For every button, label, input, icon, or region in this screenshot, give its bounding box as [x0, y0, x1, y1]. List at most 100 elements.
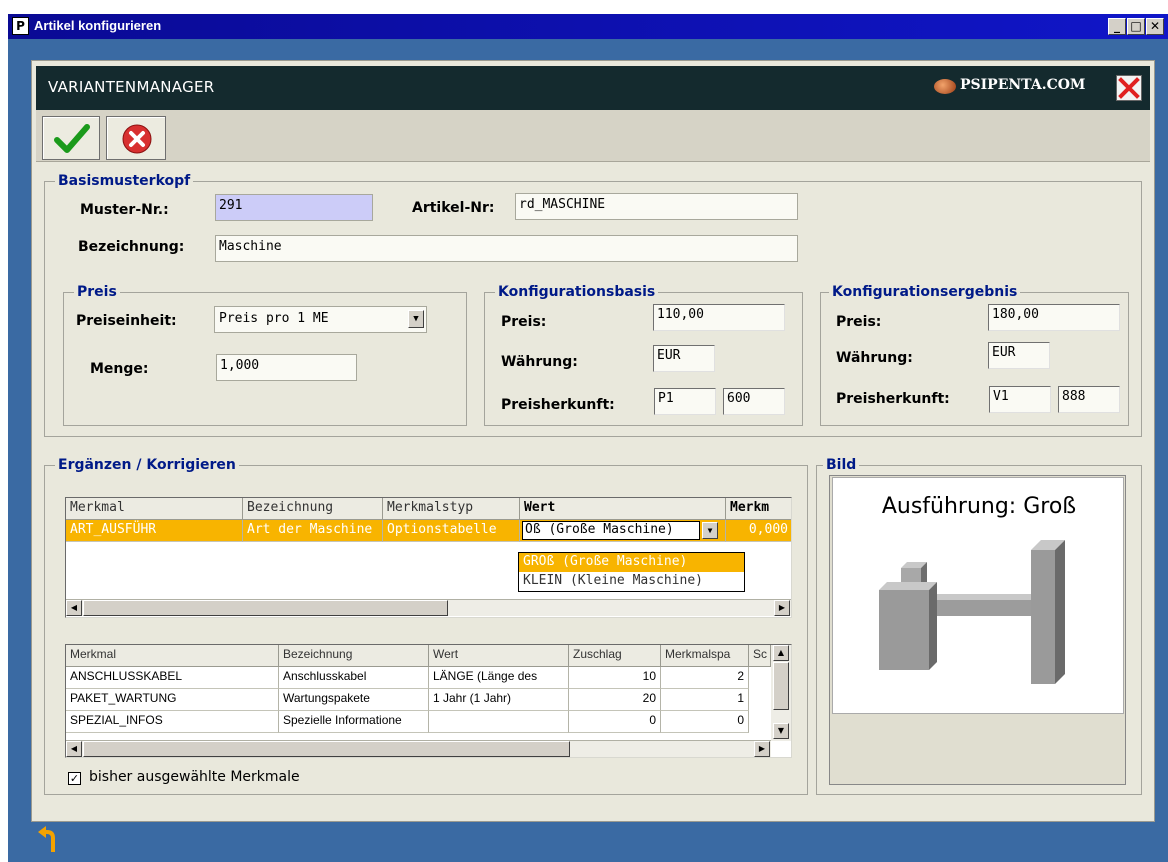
- chevron-down-icon[interactable]: ▼: [408, 310, 424, 328]
- wert-cell[interactable]: Oß (Große Maschine) ▼: [520, 520, 726, 542]
- group-title: Konfigurationsergebnis: [829, 284, 1021, 300]
- kb-herkunft-field-1[interactable]: P1: [654, 388, 716, 415]
- checkbox[interactable]: ✓: [68, 772, 81, 785]
- ke-herkunft-label: Preisherkunft:: [836, 391, 950, 407]
- table-row-cell[interactable]: Anschlusskabel: [279, 667, 429, 689]
- table-row-cell[interactable]: 2: [661, 667, 749, 689]
- product-image: Ausführung: Groß: [832, 477, 1124, 714]
- header-bar: VARIANTENMANAGER PSIPENTA.COM: [36, 66, 1150, 110]
- scroll-right-icon[interactable]: ▶: [754, 741, 770, 757]
- scroll-left-icon[interactable]: ◀: [66, 741, 82, 757]
- column-header[interactable]: Sc: [749, 645, 771, 667]
- minimize-button[interactable]: _: [1108, 18, 1126, 35]
- chevron-down-icon[interactable]: ▼: [702, 522, 718, 539]
- scroll-thumb[interactable]: [83, 741, 570, 757]
- wert-select[interactable]: Oß (Große Maschine): [522, 521, 700, 540]
- kb-preis-field[interactable]: 110,00: [653, 304, 785, 331]
- table-row-cell[interactable]: 0: [661, 711, 749, 733]
- kb-waehrung-label: Währung:: [501, 354, 578, 370]
- column-header[interactable]: Merkmalstyp: [383, 498, 520, 520]
- vertical-scrollbar[interactable]: ▲ ▼: [771, 645, 791, 741]
- column-header[interactable]: Merkmal: [66, 645, 279, 667]
- preiseinheit-value: Preis pro 1 ME: [219, 311, 329, 326]
- scroll-left-icon[interactable]: ◀: [66, 600, 82, 616]
- table-row-cell[interactable]: Optionstabelle: [383, 520, 520, 542]
- preiseinheit-select[interactable]: Preis pro 1 ME ▼: [214, 306, 427, 333]
- table-row-cell[interactable]: [429, 711, 569, 733]
- dropdown-option[interactable]: GROß (Große Maschine): [519, 553, 744, 572]
- ke-preis-label: Preis:: [836, 314, 882, 330]
- table-row-cell[interactable]: Spezielle Informatione: [279, 711, 429, 733]
- ke-preis-field[interactable]: 180,00: [988, 304, 1120, 331]
- horizontal-scrollbar[interactable]: ◀ ▶: [66, 599, 791, 616]
- kb-preis-label: Preis:: [501, 314, 547, 330]
- table-row-cell[interactable]: ANSCHLUSSKABEL: [66, 667, 279, 689]
- cancel-icon: [122, 124, 152, 154]
- column-header[interactable]: Zuschlag: [569, 645, 661, 667]
- toolbar: [36, 110, 1150, 162]
- wert-dropdown-list[interactable]: GROß (Große Maschine) KLEIN (Kleine Masc…: [518, 552, 745, 592]
- table-row-cell[interactable]: LÄNGE (Länge des: [429, 667, 569, 689]
- group-title: Ergänzen / Korrigieren: [55, 457, 239, 473]
- brand-text: PSIPENTA.COM: [960, 77, 1086, 93]
- group-title: Bild: [823, 457, 860, 473]
- window-title-bar[interactable]: P Artikel konfigurieren _ □ ✕: [8, 14, 1168, 39]
- column-header[interactable]: Merkmalspa: [661, 645, 749, 667]
- cancel-button[interactable]: [106, 116, 166, 160]
- table-row-cell[interactable]: 10: [569, 667, 661, 689]
- artikel-field[interactable]: rd_MASCHINE: [515, 193, 798, 220]
- scroll-thumb[interactable]: [773, 662, 789, 710]
- table-row-cell[interactable]: Wartungspakete: [279, 689, 429, 711]
- scroll-up-icon[interactable]: ▲: [773, 645, 789, 661]
- bezeichnung-field[interactable]: Maschine: [215, 235, 798, 262]
- table-row-cell[interactable]: 0,000: [726, 520, 791, 542]
- menge-field[interactable]: 1,000: [216, 354, 357, 381]
- ke-waehrung-field[interactable]: EUR: [988, 342, 1050, 369]
- table-row-cell[interactable]: SPEZIAL_INFOS: [66, 711, 279, 733]
- kb-waehrung-field[interactable]: EUR: [653, 345, 715, 372]
- kb-herkunft-field-2[interactable]: 600: [723, 388, 785, 415]
- back-icon[interactable]: [37, 824, 61, 854]
- table-row-cell[interactable]: 0: [569, 711, 661, 733]
- group-title: Preis: [74, 284, 120, 300]
- checkmark-icon: [54, 124, 90, 153]
- scroll-right-icon[interactable]: ▶: [774, 600, 790, 616]
- horizontal-scrollbar[interactable]: ◀ ▶: [66, 740, 771, 757]
- column-header[interactable]: Wert: [520, 498, 726, 520]
- scroll-down-icon[interactable]: ▼: [773, 723, 789, 739]
- merkmal-history-grid[interactable]: Merkmal Bezeichnung Wert Zuschlag Merkma…: [65, 644, 792, 758]
- table-row-cell[interactable]: ART_AUSFÜHR: [66, 520, 243, 542]
- window-close-button[interactable]: ✕: [1146, 18, 1164, 35]
- maximize-button[interactable]: □: [1127, 18, 1145, 35]
- column-header[interactable]: Bezeichnung: [279, 645, 429, 667]
- artikel-label: Artikel-Nr:: [412, 200, 495, 216]
- page-title: VARIANTENMANAGER: [48, 78, 215, 96]
- group-title: Basismusterkopf: [55, 173, 194, 189]
- column-header[interactable]: Bezeichnung: [243, 498, 383, 520]
- ke-herkunft-field-2[interactable]: 888: [1058, 386, 1120, 413]
- column-header[interactable]: Merkmal: [66, 498, 243, 520]
- preiseinheit-label: Preiseinheit:: [76, 313, 177, 329]
- table-row-cell[interactable]: Art der Maschine: [243, 520, 383, 542]
- muster-field[interactable]: 291: [215, 194, 373, 221]
- table-row-cell[interactable]: PAKET_WARTUNG: [66, 689, 279, 711]
- confirm-button[interactable]: [42, 116, 100, 160]
- app-icon: P: [12, 17, 29, 35]
- window-title: Artikel konfigurieren: [34, 18, 162, 33]
- table-row-cell[interactable]: 20: [569, 689, 661, 711]
- checkbox-label: bisher ausgewählte Merkmale: [89, 769, 300, 785]
- table-row-cell[interactable]: 1: [661, 689, 749, 711]
- kb-herkunft-label: Preisherkunft:: [501, 397, 615, 413]
- column-header[interactable]: Wert: [429, 645, 569, 667]
- table-row-cell[interactable]: 1 Jahr (1 Jahr): [429, 689, 569, 711]
- muster-label: Muster-Nr.:: [80, 202, 169, 218]
- close-icon[interactable]: [1116, 75, 1142, 101]
- ke-herkunft-field-1[interactable]: V1: [989, 386, 1051, 413]
- scroll-thumb[interactable]: [83, 600, 448, 616]
- group-title: Konfigurationsbasis: [495, 284, 659, 300]
- bezeichnung-label: Bezeichnung:: [78, 239, 185, 255]
- menge-label: Menge:: [90, 361, 149, 377]
- ke-waehrung-label: Währung:: [836, 350, 913, 366]
- dropdown-option[interactable]: KLEIN (Kleine Maschine): [519, 572, 744, 591]
- column-header[interactable]: Merkm: [726, 498, 791, 520]
